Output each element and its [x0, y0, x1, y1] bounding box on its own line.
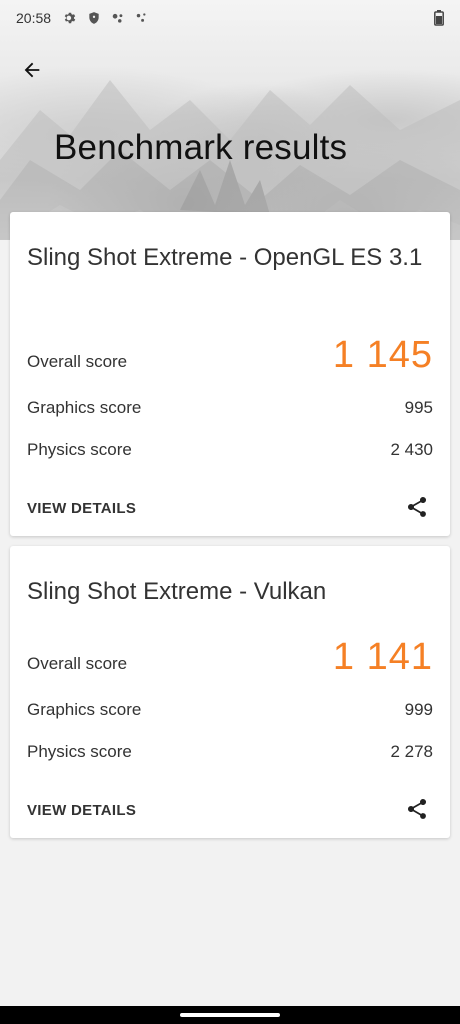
physics-score-label: Physics score	[27, 742, 132, 761]
graphics-score-row: Graphics score 995	[27, 398, 433, 418]
gear-icon	[64, 12, 76, 24]
home-handle[interactable]	[180, 1013, 280, 1017]
graphics-score-label: Graphics score	[27, 398, 142, 417]
physics-score-row: Physics score 2 278	[27, 742, 433, 762]
share-icon	[408, 496, 427, 517]
back-button[interactable]	[14, 52, 50, 88]
status-bar: 20:58	[0, 0, 460, 36]
status-icons	[63, 11, 149, 25]
graphics-score-value: 999	[404, 700, 433, 719]
physics-score-value: 2 430	[390, 440, 433, 459]
share-button[interactable]	[402, 794, 432, 824]
share-button[interactable]	[402, 492, 432, 522]
status-time: 20:58	[16, 10, 52, 26]
assistant-icon	[112, 13, 123, 23]
assistant-dots-icon	[136, 13, 146, 22]
physics-score-row: Physics score 2 430	[27, 440, 433, 460]
navigation-bar	[0, 1006, 460, 1024]
physics-score-value: 2 278	[390, 742, 433, 761]
card-title: Sling Shot Extreme - Vulkan	[27, 578, 327, 605]
overall-score-label: Overall score	[27, 352, 128, 371]
result-card-vulkan: Sling Shot Extreme - Vulkan Overall scor…	[10, 546, 450, 838]
battery-icon	[434, 10, 444, 26]
overall-score-row: Overall score 1 141	[27, 636, 433, 679]
share-icon	[408, 798, 427, 819]
shield-icon	[89, 12, 99, 24]
graphics-score-value: 995	[404, 398, 433, 417]
result-card-opengl: Sling Shot Extreme - OpenGL ES 3.1 Overa…	[10, 212, 450, 536]
overall-score-row: Overall score 1 145	[27, 334, 433, 377]
page-title: Benchmark results	[54, 128, 348, 167]
graphics-score-row: Graphics score 999	[27, 700, 433, 720]
graphics-score-label: Graphics score	[27, 700, 142, 719]
overall-score-label: Overall score	[27, 654, 128, 673]
header-background: Benchmark results	[0, 0, 460, 240]
view-details-button[interactable]: VIEW DETAILS	[27, 500, 136, 517]
screen: Benchmark results 20:58 Sling Shot Extre…	[0, 0, 460, 1024]
arrow-back-icon	[24, 62, 40, 78]
overall-score-value: 1 145	[332, 334, 433, 376]
physics-score-label: Physics score	[27, 440, 132, 459]
card-title: Sling Shot Extreme - OpenGL ES 3.1	[27, 244, 423, 271]
overall-score-value: 1 141	[332, 636, 433, 678]
view-details-button[interactable]: VIEW DETAILS	[27, 802, 136, 819]
